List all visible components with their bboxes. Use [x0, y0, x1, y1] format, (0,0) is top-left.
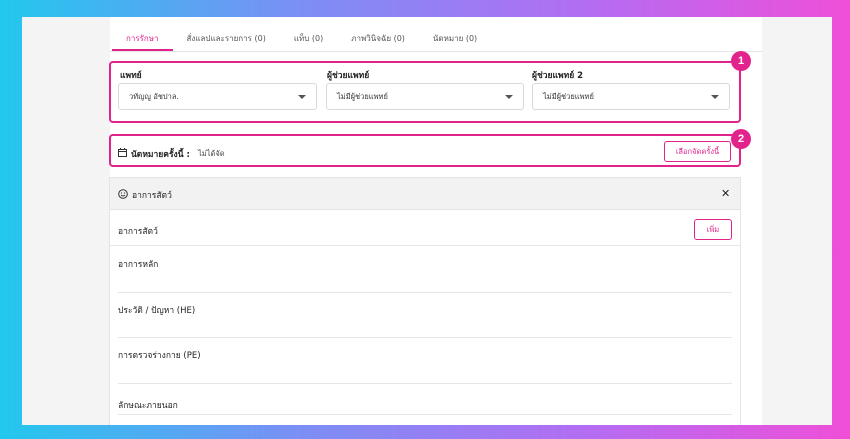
- smile-icon: [118, 189, 128, 199]
- tab-lab-orders[interactable]: สั่งแลปและรายการ (0): [173, 29, 280, 51]
- calendar-icon: [118, 148, 127, 157]
- close-icon[interactable]: ✕: [721, 187, 730, 200]
- symptoms-subheader: อาการสัตว์: [118, 227, 158, 237]
- select-appointment-button[interactable]: เลือกจัดครั้งนี้: [664, 141, 731, 162]
- appointment-value: ไม่ได้จัด: [198, 149, 225, 158]
- chevron-down-icon: [711, 95, 719, 99]
- assistant2-label: ผู้ช่วยแพทย์ 2: [532, 71, 584, 81]
- appearance-title: ลักษณะภายนอก: [118, 401, 178, 411]
- tab-divider: [110, 51, 762, 52]
- main-symptom-title: อาการหลัก: [118, 260, 159, 270]
- symptoms-section-header: อาการสัตว์ ✕: [110, 178, 740, 210]
- chevron-down-icon: [298, 95, 306, 99]
- step-badge-1: 1: [731, 51, 751, 71]
- symptoms-section: อาการสัตว์ ✕ อาการสัตว์ เพิ่ม อาการหลัก …: [109, 177, 741, 425]
- tab-appointments[interactable]: นัดหมาย (0): [419, 29, 491, 51]
- tab-imaging[interactable]: ภาพวินิจฉัย (0): [337, 29, 419, 51]
- tab-tabs[interactable]: แท็บ (0): [280, 29, 337, 51]
- assistant2-select[interactable]: ไม่มีผู้ช่วยแพทย์: [532, 83, 730, 110]
- add-symptom-button[interactable]: เพิ่ม: [694, 219, 732, 240]
- assistant1-select-value: ไม่มีผู้ช่วยแพทย์: [337, 91, 388, 101]
- tab-bar: การรักษา สั่งแลปและรายการ (0) แท็บ (0) ภ…: [112, 29, 491, 51]
- doctor-select-value: วทัญญู อัชปาล.: [129, 91, 179, 101]
- divider: [118, 383, 732, 384]
- assistant1-select[interactable]: ไม่มีผู้ช่วยแพทย์: [326, 83, 524, 110]
- divider: [118, 337, 732, 338]
- doctor-select[interactable]: วทัญญู อัชปาล.: [118, 83, 317, 110]
- chevron-down-icon: [505, 95, 513, 99]
- assistant1-label: ผู้ช่วยแพทย์: [327, 71, 370, 81]
- divider: [110, 245, 740, 246]
- divider: [118, 414, 732, 415]
- tab-treatment[interactable]: การรักษา: [112, 29, 173, 51]
- assistant2-select-value: ไม่มีผู้ช่วยแพทย์: [543, 91, 594, 101]
- history-problem-title: ประวัติ / ปัญหา (HE): [118, 306, 196, 316]
- physical-exam-title: การตรวจร่างกาย (PE): [118, 351, 201, 361]
- appointment-label: นัดหมายครั้งนี้ :: [131, 150, 190, 160]
- symptoms-header-title: อาการสัตว์: [132, 191, 172, 201]
- doctor-label: แพทย์: [120, 71, 142, 81]
- content-card: การรักษา สั่งแลปและรายการ (0) แท็บ (0) ภ…: [22, 17, 832, 425]
- divider: [118, 292, 732, 293]
- step-badge-2: 2: [731, 129, 751, 149]
